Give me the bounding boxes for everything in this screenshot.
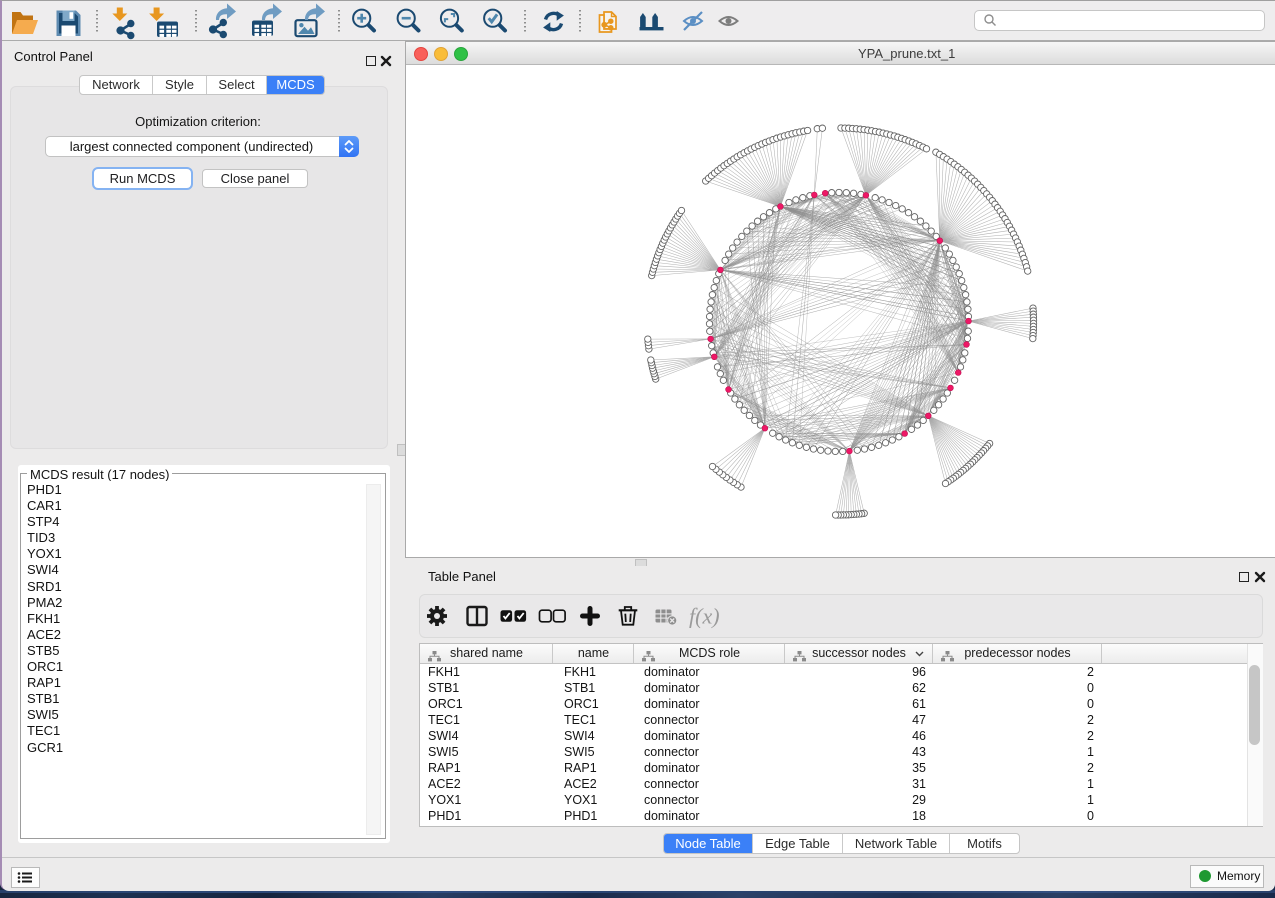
svg-text:f(x): f(x) [689,604,720,629]
